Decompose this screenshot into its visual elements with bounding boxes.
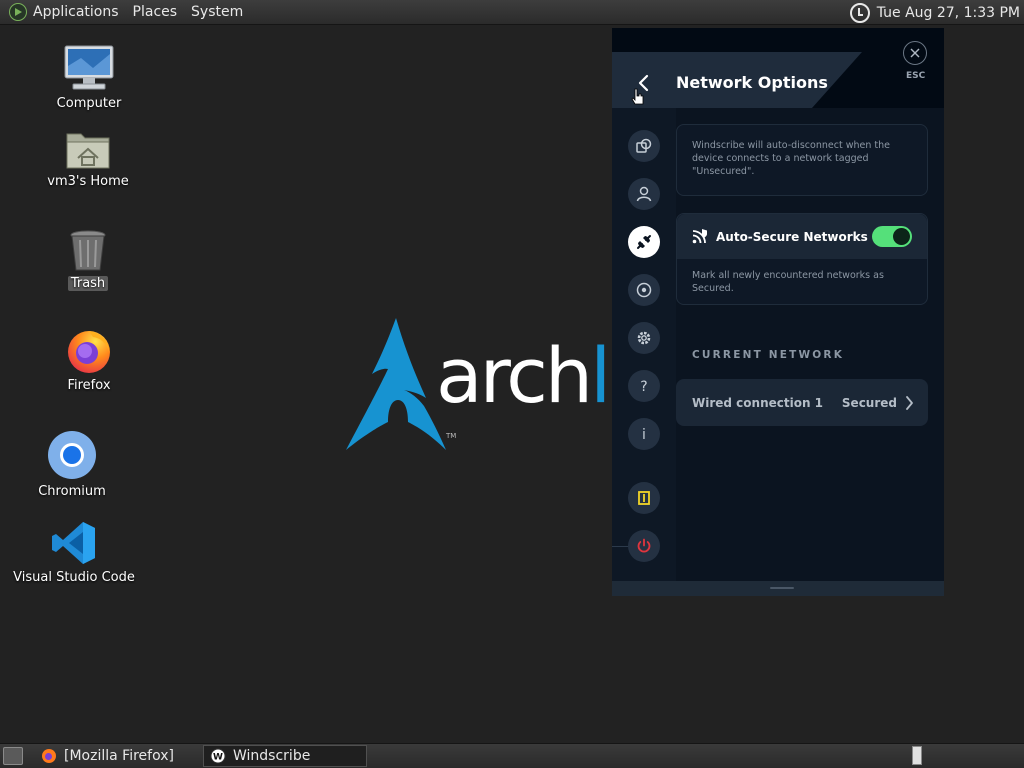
desktop-icon-home[interactable]: vm3's Home [28,128,148,189]
show-desktop-button[interactable] [3,747,23,765]
sidebar-notifications[interactable] [628,482,660,514]
help-icon: ? [640,379,647,395]
sidebar-connection[interactable] [628,130,660,162]
svg-text:i: i [642,427,646,443]
svg-text:W: W [213,753,223,763]
robert-icon [636,282,652,298]
info-text: Windscribe will auto-disconnect when the… [692,140,890,177]
preferences-icon [637,331,651,345]
task-windscribe[interactable]: W Windscribe [203,745,367,767]
connection-icon [636,138,652,153]
workspace-pager[interactable] [912,746,922,765]
desktop-icon-label: Chromium [38,484,106,499]
sidebar-network-options[interactable] [628,226,660,258]
desktop-icon-computer[interactable]: Computer [29,44,149,111]
resize-bar[interactable] [612,581,944,596]
sidebar-power[interactable] [628,530,660,562]
close-icon [910,48,920,58]
top-panel: Applications Places System Tue Aug 27, 1… [0,0,1024,25]
desktop-icon-firefox[interactable]: Firefox [29,326,149,393]
windscribe-sidebar: ? i [612,108,676,581]
sidebar-preferences[interactable] [628,322,660,354]
menu-applications[interactable]: Applications [33,4,119,20]
notifications-icon [638,491,650,505]
current-network-row[interactable]: Wired connection 1 Secured [676,379,928,426]
auto-secure-toggle[interactable] [872,226,912,247]
trademark-mark: TM [446,432,457,440]
page-title: Network Options [676,73,828,92]
auto-secure-description: Mark all newly encountered networks as S… [692,270,884,294]
esc-label: ESC [906,71,926,81]
clock-area[interactable]: Tue Aug 27, 1:33 PM [849,0,1020,25]
network-options-content: Windscribe will auto-disconnect when the… [676,108,944,581]
desktop-icon-label: Computer [56,96,122,111]
distro-menu-icon[interactable] [9,3,27,21]
vscode-icon [52,522,95,564]
desktop-icon-label: vm3's Home [47,174,129,189]
hand-cursor-icon [631,88,644,105]
about-icon: i [642,427,646,443]
network-options-icon [637,235,651,249]
firefox-icon [68,331,110,373]
sidebar-robert[interactable] [628,274,660,306]
chevron-right-icon [906,395,913,410]
arch-word-part1: arch [436,338,593,414]
auto-secure-label: Auto-Secure Networks [716,229,868,244]
sidebar-account[interactable] [628,178,660,210]
firefox-icon [42,749,56,763]
sidebar-help[interactable]: ? [628,370,660,402]
resize-grip[interactable] [770,587,794,589]
svg-text:?: ? [640,379,647,395]
account-icon [636,186,652,202]
close-button[interactable] [903,41,927,65]
menu-places[interactable]: Places [133,4,178,20]
toggle-knob [893,228,910,245]
auto-secure-icon [692,229,707,244]
power-icon [637,538,651,553]
chromium-icon [48,431,96,479]
sidebar-about[interactable]: i [628,418,660,450]
info-card: Windscribe will auto-disconnect when the… [676,124,928,196]
desktop-icon-trash[interactable]: Trash [28,230,148,291]
desktop-icon-chromium[interactable]: Chromium [12,430,132,499]
desktop-icon-vscode[interactable]: Visual Studio Code [13,520,135,585]
taskbar: [Mozilla Firefox] W Windscribe [0,743,1024,768]
desktop-icon-label: Firefox [67,378,111,393]
windscribe-icon: W [210,748,226,764]
network-name: Wired connection 1 [692,395,824,410]
task-label: Windscribe [233,748,311,764]
arch-word-part2: lin [590,338,612,414]
current-network-title: CURRENT NETWORK [692,349,845,361]
computer-icon [64,45,114,90]
task-label: [Mozilla Firefox] [64,748,174,764]
home-folder-icon [66,133,110,169]
auto-secure-card: Auto-Secure Networks Mark all newly enco… [676,213,928,305]
network-status: Secured [841,395,897,410]
desktop-icon-label: Visual Studio Code [13,570,135,585]
menu-system[interactable]: System [191,4,243,20]
clock[interactable]: Tue Aug 27, 1:33 PM [877,5,1020,21]
arch-logo-icon [346,318,446,450]
desktop-icon-label: Trash [67,276,109,291]
arch-wordmark: archlin [436,338,612,414]
update-icon[interactable] [849,2,870,23]
trash-icon [70,230,106,271]
task-firefox[interactable]: [Mozilla Firefox] [35,745,199,767]
windscribe-window: Network Options ESC ? i Windscribe will … [612,28,944,596]
